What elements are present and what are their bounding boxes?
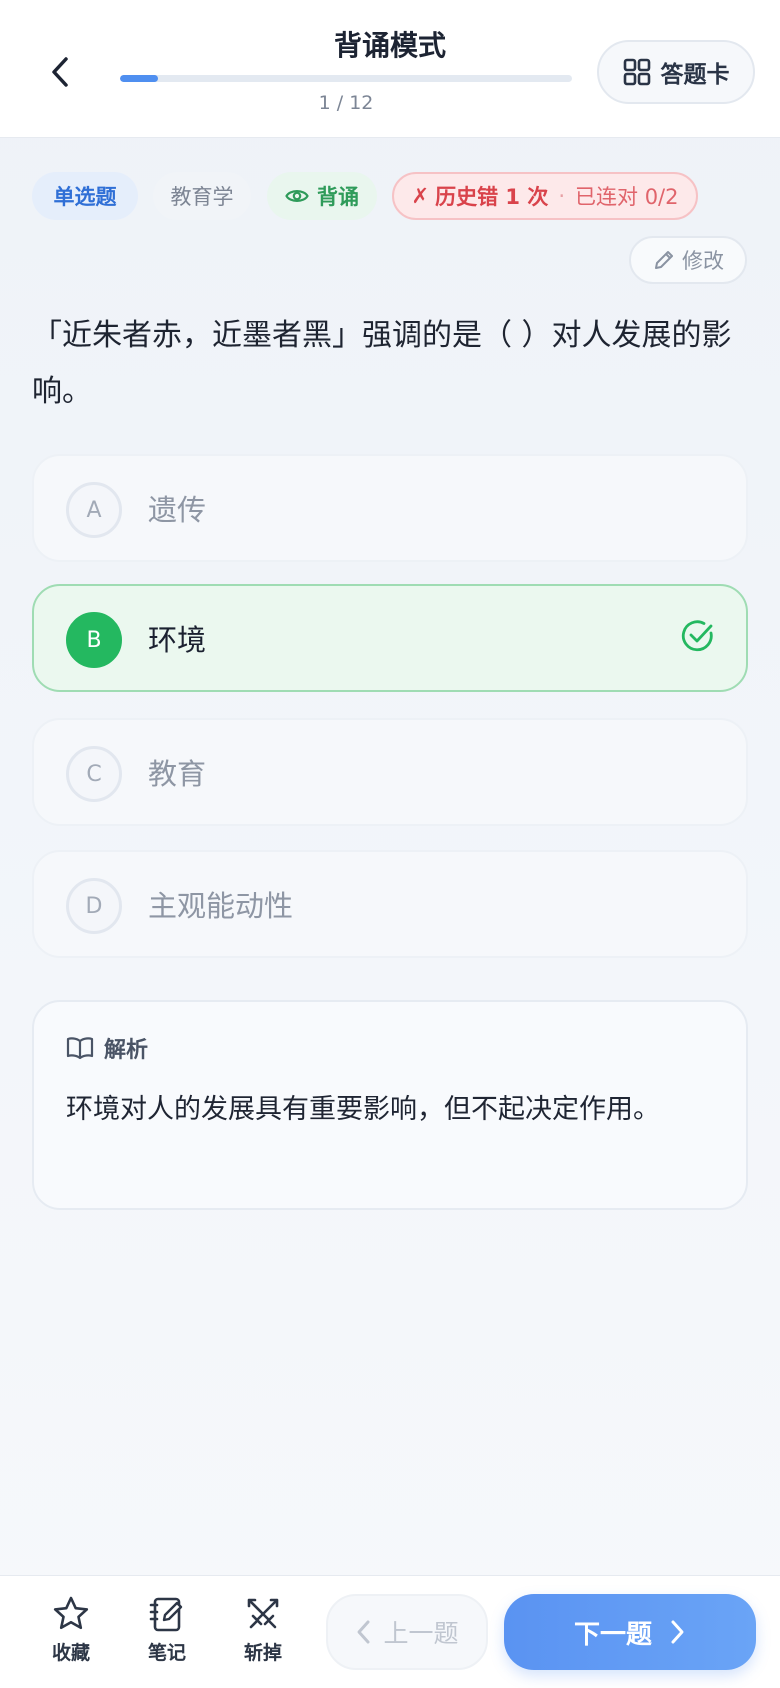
mode-badge: 背诵 [267, 172, 377, 220]
progress-fill [120, 75, 158, 82]
progress-bar [120, 75, 572, 82]
crossed-swords-icon [247, 1598, 279, 1629]
edit-button[interactable]: 修改 [629, 236, 747, 284]
next-label: 下一题 [573, 1619, 652, 1650]
previous-question-button[interactable]: 上一题 [326, 1594, 488, 1670]
option-c[interactable]: C 教育 [32, 718, 748, 826]
edit-label: 修改 [682, 249, 724, 273]
history-error-label: 历史错 1 次 [435, 185, 549, 209]
option-d[interactable]: D 主观能动性 [32, 850, 748, 958]
notebook-icon [149, 1597, 183, 1632]
star-icon [53, 1596, 89, 1630]
option-text: 遗传 [148, 493, 207, 527]
option-text: 环境 [148, 623, 207, 657]
note-button[interactable]: 笔记 [132, 1594, 202, 1674]
option-text: 主观能动性 [148, 889, 294, 923]
cut-label: 斩掉 [243, 1642, 282, 1664]
chevron-left-icon [357, 1620, 370, 1644]
next-question-button[interactable]: 下一题 [504, 1594, 756, 1670]
option-letter: D [66, 878, 122, 934]
explanation-card: 解析 环境对人的发展具有重要影响，但不起决定作用。 [32, 1000, 748, 1210]
favorite-label: 收藏 [51, 1642, 90, 1664]
cross-icon: ✗ [411, 184, 430, 208]
chevron-right-icon [671, 1620, 684, 1644]
previous-label: 上一题 [383, 1619, 459, 1648]
streak-label: 已连对 0/2 [575, 185, 679, 209]
option-a[interactable]: A 遗传 [32, 454, 748, 562]
explanation-title: 解析 [104, 1038, 149, 1063]
history-error-badge: ✗ 历史错 1 次 · 已连对 0/2 [392, 172, 698, 220]
option-letter: C [66, 746, 122, 802]
option-b[interactable]: B 环境 [32, 584, 748, 692]
option-letter: B [66, 612, 122, 668]
explanation-text: 环境对人的发展具有重要影响，但不起决定作用。 [66, 1094, 660, 1125]
eye-icon [285, 190, 309, 202]
subject-badge: 教育学 [153, 172, 251, 220]
grid-icon [623, 58, 650, 86]
book-icon [66, 1037, 94, 1060]
progress-counter: 1 / 12 [318, 92, 374, 114]
option-text: 教育 [148, 757, 207, 791]
note-label: 笔记 [147, 1642, 186, 1664]
question-text: 「近朱者赤，近墨者黑」强调的是（ ）对人发展的影响。 [32, 318, 732, 409]
check-circle-icon [681, 620, 713, 652]
answer-card-label: 答题卡 [660, 62, 730, 88]
answer-card-button[interactable]: 答题卡 [597, 40, 755, 104]
badge-separator: · [558, 184, 566, 208]
explanation-header: 解析 [66, 1032, 148, 1064]
bottom-toolbar: 收藏 笔记 斩掉 上一题 下一题 [0, 1575, 780, 1688]
mode-label: 背诵 [317, 185, 359, 209]
question-type-badge: 单选题 [32, 172, 138, 220]
pencil-icon [655, 251, 673, 269]
top-header: 背诵模式 1 / 12 答题卡 [0, 0, 780, 138]
cut-button[interactable]: 斩掉 [228, 1594, 298, 1674]
option-letter: A [66, 482, 122, 538]
favorite-button[interactable]: 收藏 [36, 1594, 106, 1674]
